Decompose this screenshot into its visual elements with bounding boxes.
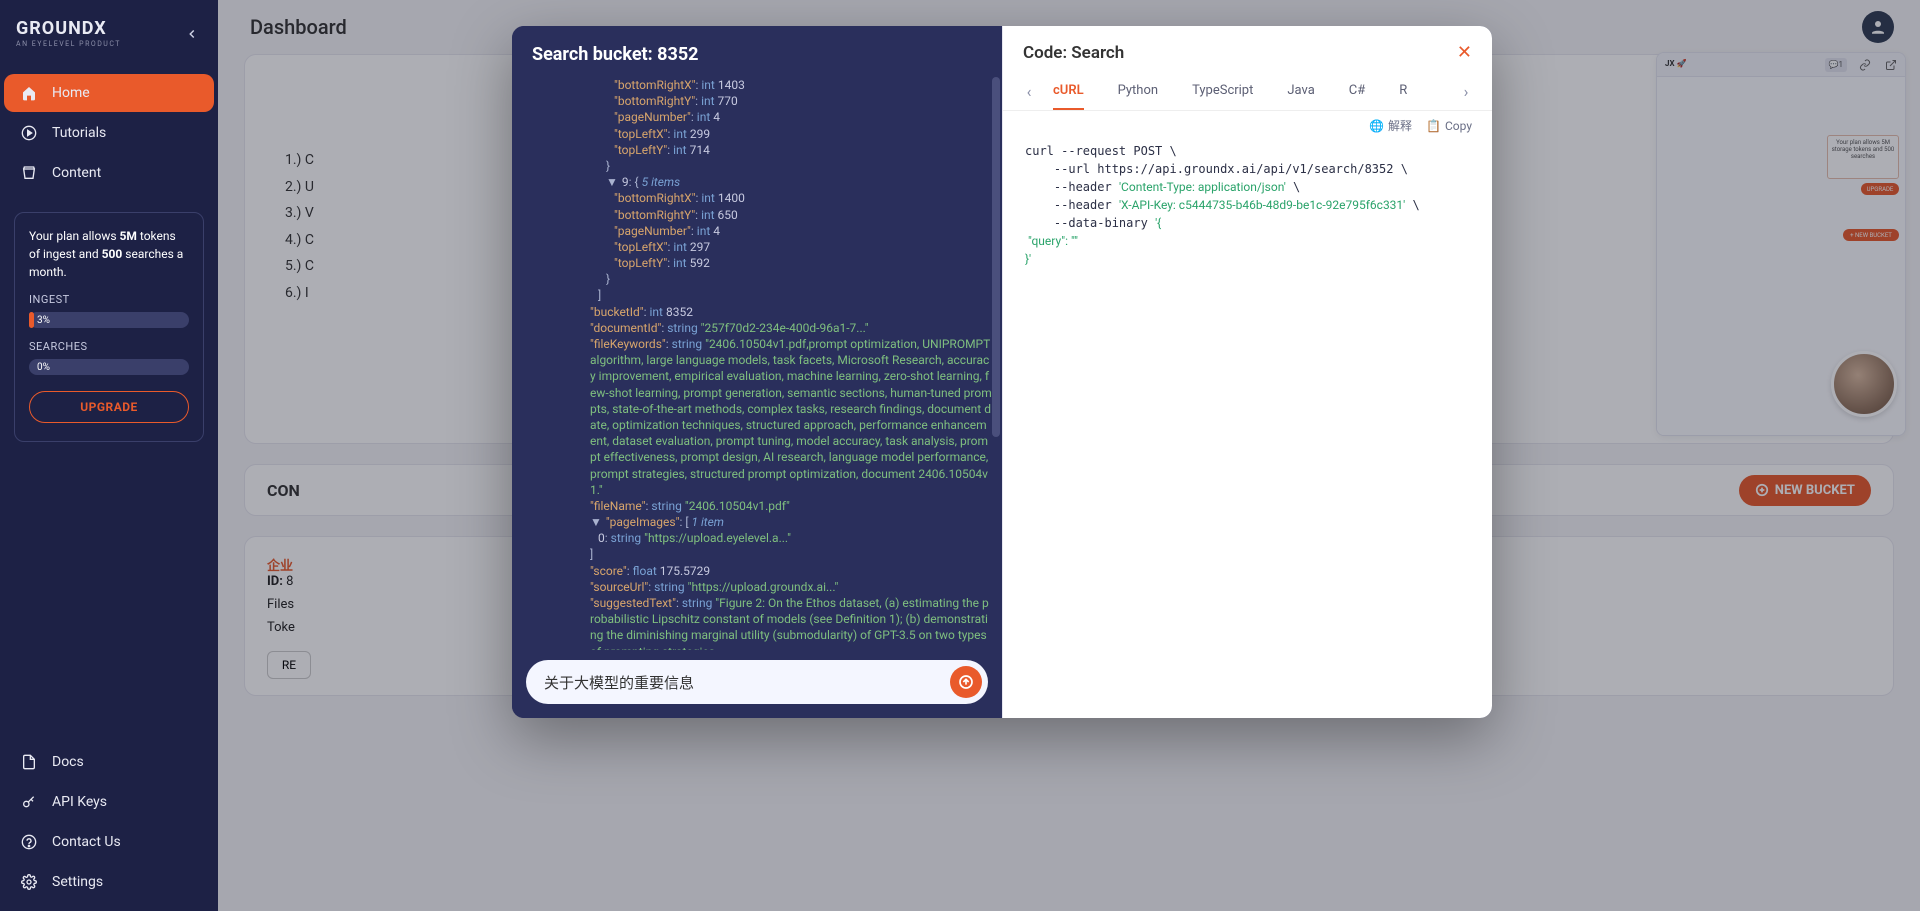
sidebar-item-api-keys[interactable]: API Keys xyxy=(4,783,214,821)
lang-tab-typescript[interactable]: TypeScript xyxy=(1192,73,1253,110)
sidebar-item-label: Home xyxy=(52,85,90,101)
sidebar-item-label: Tutorials xyxy=(52,125,106,141)
sidebar: GROUNDX AN EYELEVEL PRODUCT Home Tutorial… xyxy=(0,0,218,911)
ingest-label: INGEST xyxy=(29,293,189,306)
collapse-sidebar-icon[interactable] xyxy=(182,24,202,44)
modal-right: Code: Search ✕ ‹ cURL Python TypeScript Jav… xyxy=(1002,26,1492,718)
gear-icon xyxy=(20,873,38,891)
ingest-value: 3% xyxy=(37,315,50,326)
searches-meter: 0% xyxy=(29,359,189,375)
sidebar-top: GROUNDX AN EYELEVEL PRODUCT xyxy=(0,0,218,68)
doc-icon xyxy=(20,753,38,771)
nav-bottom: Docs API Keys Contact Us Settings xyxy=(0,743,218,911)
play-icon xyxy=(20,124,38,142)
code-title: Code: Search xyxy=(1023,43,1124,63)
lang-next-icon[interactable]: › xyxy=(1458,82,1474,101)
sidebar-item-home[interactable]: Home xyxy=(4,74,214,112)
language-tabs: cURL Python TypeScript Java C# R xyxy=(1041,73,1454,110)
sidebar-item-label: Settings xyxy=(52,874,103,890)
sidebar-item-docs[interactable]: Docs xyxy=(4,743,214,781)
logo: GROUNDX AN EYELEVEL PRODUCT xyxy=(16,20,121,48)
code-header: Code: Search ✕ xyxy=(1003,26,1492,73)
close-icon[interactable]: ✕ xyxy=(1457,42,1472,63)
bucket-icon xyxy=(20,164,38,182)
sidebar-item-label: Docs xyxy=(52,754,84,770)
lang-tab-c#[interactable]: C# xyxy=(1349,73,1365,110)
ingest-meter: 3% xyxy=(29,312,189,328)
language-row: ‹ cURL Python TypeScript Java C# R › xyxy=(1003,73,1492,111)
searches-value: 0% xyxy=(37,362,50,373)
json-viewer[interactable]: "bottomRightX": int 1403"bottomRightY": … xyxy=(512,77,1002,650)
search-field xyxy=(526,660,988,704)
sidebar-item-tutorials[interactable]: Tutorials xyxy=(4,114,214,152)
sidebar-item-contact[interactable]: Contact Us xyxy=(4,823,214,861)
lang-tab-r[interactable]: R xyxy=(1399,73,1407,110)
search-submit-button[interactable] xyxy=(950,666,982,698)
lang-tab-python[interactable]: Python xyxy=(1118,73,1158,110)
translate-button[interactable]: 🌐解释 xyxy=(1369,117,1412,134)
upgrade-button[interactable]: UPGRADE xyxy=(29,391,189,423)
plan-text: Your plan allows 5M tokens of ingest and… xyxy=(29,227,189,281)
search-row xyxy=(512,650,1002,718)
lang-prev-icon[interactable]: ‹ xyxy=(1021,82,1037,101)
globe-icon: 🌐 xyxy=(1369,119,1384,133)
searches-label: SEARCHES xyxy=(29,340,189,353)
main: Dashboard 1.) C2.) U3.) V4.) C5.) C6.) I… xyxy=(218,0,1920,911)
sidebar-item-label: Contact Us xyxy=(52,834,121,850)
sidebar-item-label: API Keys xyxy=(52,794,107,810)
copy-icon: 📋 xyxy=(1426,119,1441,133)
copy-button[interactable]: 📋Copy xyxy=(1426,117,1472,134)
sidebar-item-content[interactable]: Content xyxy=(4,154,214,192)
modal-left: Search bucket: 8352 "bottomRightX": int … xyxy=(512,26,1002,718)
lang-tab-curl[interactable]: cURL xyxy=(1053,73,1084,110)
logo-wrap: GROUNDX AN EYELEVEL PRODUCT xyxy=(10,12,208,56)
nav-main: Home Tutorials Content xyxy=(0,68,218,198)
key-icon xyxy=(20,793,38,811)
sidebar-item-label: Content xyxy=(52,165,101,181)
sidebar-item-settings[interactable]: Settings xyxy=(4,863,214,901)
plan-box: Your plan allows 5M tokens of ingest and… xyxy=(14,212,204,442)
scrollbar-indicator[interactable] xyxy=(992,77,1000,437)
home-icon xyxy=(20,84,38,102)
search-input[interactable] xyxy=(544,673,934,691)
modal-title: Search bucket: 8352 xyxy=(512,26,1002,77)
help-icon xyxy=(20,833,38,851)
code-block[interactable]: curl --request POST \ --url https://api.… xyxy=(1003,134,1492,288)
search-modal: Search bucket: 8352 "bottomRightX": int … xyxy=(512,26,1492,718)
code-tools: 🌐解释 📋Copy xyxy=(1003,111,1492,134)
lang-tab-java[interactable]: Java xyxy=(1287,73,1314,110)
ingest-fill xyxy=(29,312,34,328)
